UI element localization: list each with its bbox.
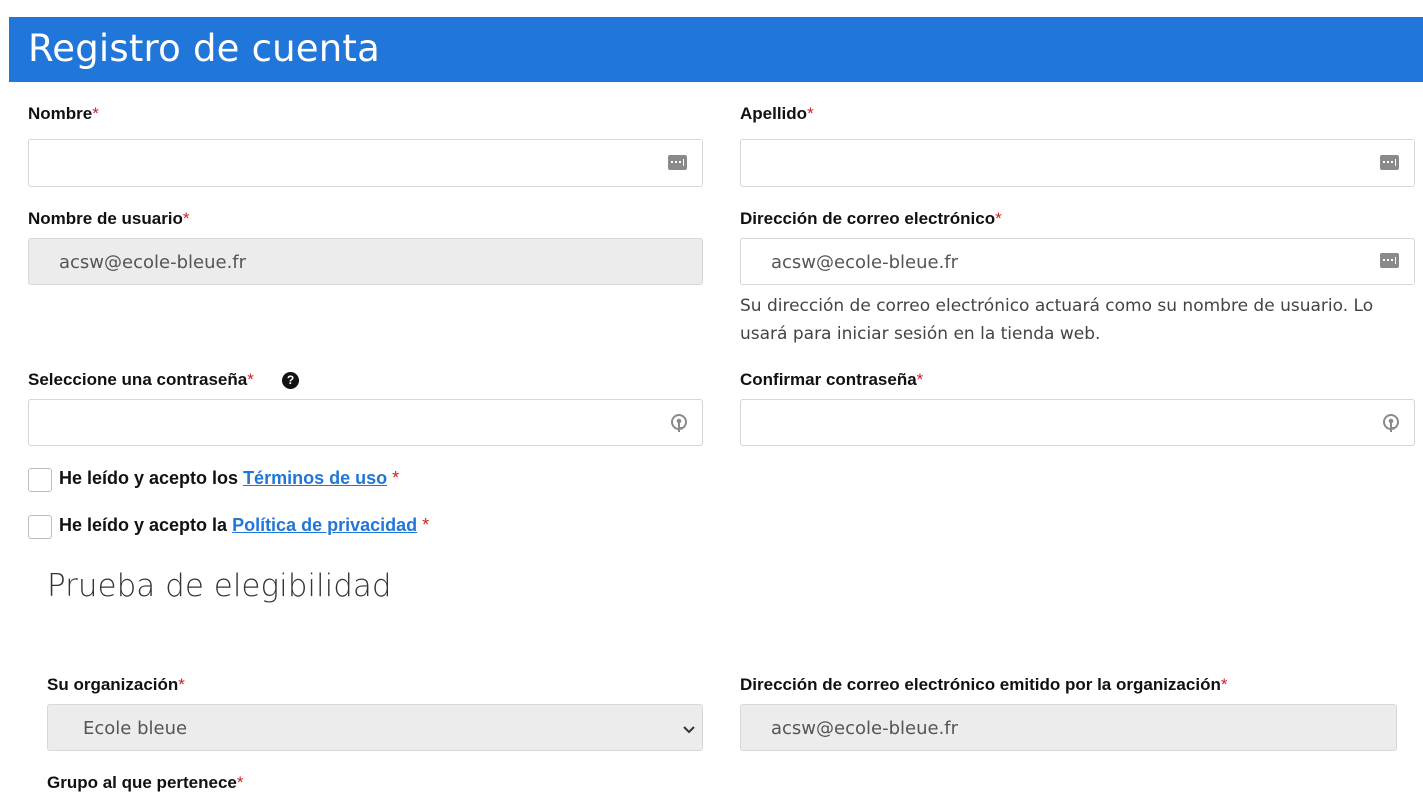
org-email-value: acsw@ecole-bleue.fr bbox=[771, 718, 959, 739]
organization-selected-value: Ecole bleue bbox=[83, 718, 188, 739]
privacy-checkbox[interactable] bbox=[28, 515, 52, 539]
terms-checkbox[interactable] bbox=[28, 468, 52, 492]
username-label: Nombre de usuario* bbox=[28, 209, 190, 228]
org-email-label: Dirección de correo electrónico emitido … bbox=[740, 675, 1228, 694]
organization-select[interactable]: Ecole bleue bbox=[47, 704, 703, 751]
terms-link[interactable]: Términos de uso bbox=[243, 468, 387, 488]
group-label: Grupo al que pertenece* bbox=[47, 773, 244, 792]
key-icon[interactable] bbox=[670, 413, 688, 434]
password-input[interactable] bbox=[28, 399, 703, 446]
field-menu-icon[interactable] bbox=[1380, 155, 1399, 170]
key-icon[interactable] bbox=[1382, 413, 1400, 434]
last-name-input[interactable] bbox=[740, 139, 1415, 187]
email-value: acsw@ecole-bleue.fr bbox=[771, 252, 959, 273]
eligibility-title: Prueba de elegibilidad bbox=[47, 568, 392, 604]
field-menu-icon[interactable] bbox=[668, 155, 687, 170]
organization-label: Su organización* bbox=[47, 675, 185, 694]
email-label: Dirección de correo electrónico* bbox=[740, 209, 1002, 228]
privacy-link[interactable]: Política de privacidad bbox=[232, 515, 417, 535]
email-helper-text: Su dirección de correo electrónico actua… bbox=[740, 296, 1374, 344]
field-menu-icon[interactable] bbox=[1380, 253, 1399, 268]
first-name-label: Nombre* bbox=[28, 104, 99, 123]
page-title: Registro de cuenta bbox=[28, 27, 380, 70]
password-label: Seleccione una contraseña* bbox=[28, 370, 254, 389]
confirm-password-input[interactable] bbox=[740, 399, 1415, 446]
username-value: acsw@ecole-bleue.fr bbox=[59, 252, 247, 273]
page-header: Registro de cuenta bbox=[9, 17, 1423, 82]
chevron-down-icon bbox=[682, 722, 696, 736]
org-email-input: acsw@ecole-bleue.fr bbox=[740, 704, 1397, 751]
terms-label: He leído y acepto los Términos de uso * bbox=[59, 468, 400, 488]
last-name-label: Apellido* bbox=[740, 104, 814, 123]
first-name-input[interactable] bbox=[28, 139, 703, 187]
privacy-label: He leído y acepto la Política de privaci… bbox=[59, 515, 430, 535]
help-icon[interactable]: ? bbox=[282, 372, 299, 389]
confirm-password-label: Confirmar contraseña* bbox=[740, 370, 924, 389]
username-input: acsw@ecole-bleue.fr bbox=[28, 238, 703, 285]
email-input[interactable]: acsw@ecole-bleue.fr bbox=[740, 238, 1415, 285]
